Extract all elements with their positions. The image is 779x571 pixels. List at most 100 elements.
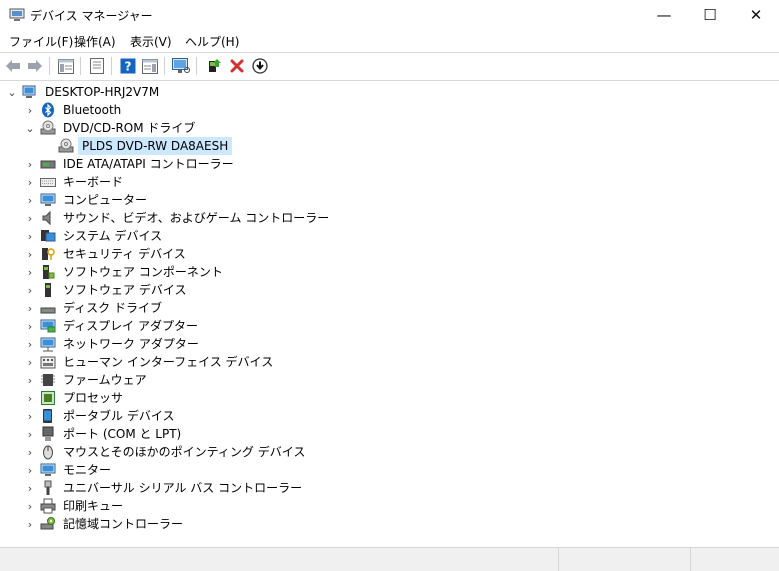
chevron-right-icon[interactable]: ›	[24, 389, 36, 407]
chevron-right-icon[interactable]: ›	[24, 353, 36, 371]
chevron-right-icon[interactable]: ›	[24, 497, 36, 515]
tree-item-keyboard[interactable]: › キーボード	[24, 173, 126, 191]
storage-controller-icon	[40, 516, 56, 532]
properties-console-button[interactable]	[57, 57, 75, 75]
chevron-right-icon[interactable]: ›	[24, 173, 36, 191]
tree-item-software-components[interactable]: › ソフトウェア コンポーネント	[24, 263, 226, 281]
chevron-right-icon[interactable]: ›	[24, 155, 36, 173]
monitor-scan-icon	[172, 58, 190, 73]
tree-item-firmware[interactable]: › ファームウェア	[24, 371, 150, 389]
tree-label: ポート (COM と LPT)	[63, 427, 182, 441]
chevron-right-icon[interactable]: ›	[24, 281, 36, 299]
tree-label: ソフトウェア コンポーネント	[63, 265, 223, 279]
menu-help[interactable]: ヘルプ(H)	[185, 33, 239, 50]
tree-label: ソフトウェア デバイス	[63, 283, 187, 297]
tree-label: ポータブル デバイス	[63, 409, 175, 423]
tree-item-network-adapters[interactable]: › ネットワーク アダプター	[24, 335, 202, 353]
tree-label: サウンド、ビデオ、およびゲーム コントローラー	[63, 211, 330, 225]
tree-item-plds-dvd[interactable]: PLDS DVD-RW DA8AESH	[42, 137, 233, 155]
properties-button[interactable]	[88, 57, 106, 75]
chevron-right-icon[interactable]: ›	[24, 209, 36, 227]
tree-item-mice[interactable]: › マウスとそのほかのポインティング デバイス	[24, 443, 308, 461]
tree-label: セキュリティ デバイス	[63, 247, 186, 261]
tree-label: Bluetooth	[63, 103, 122, 117]
computer-icon	[40, 192, 56, 208]
chevron-right-icon[interactable]: ›	[24, 245, 36, 263]
tree-item-monitors[interactable]: › モニター	[24, 461, 114, 479]
dvd-drive-icon	[58, 138, 74, 154]
tree-item-bluetooth[interactable]: › Bluetooth	[24, 101, 124, 119]
tree-item-computer[interactable]: › コンピューター	[24, 191, 150, 209]
tree-label: 記憶域コントローラー	[63, 517, 184, 531]
tree-root[interactable]: ⌄ DESKTOP-HRJ2V7M	[6, 83, 162, 101]
help-button[interactable]: ?	[119, 57, 137, 75]
tree-item-ide[interactable]: › IDE ATA/ATAPI コントローラー	[24, 155, 237, 173]
dvd-drive-icon	[40, 120, 56, 136]
device-tree[interactable]: ⌄ DESKTOP-HRJ2V7M › Bluetooth ⌄ DVD/CD-R…	[0, 81, 779, 546]
keyboard-icon	[40, 174, 56, 190]
menu-action[interactable]: 操作(A)	[74, 33, 116, 50]
menu-view[interactable]: 表示(V)	[130, 33, 172, 50]
monitor-icon	[40, 462, 56, 478]
tree-item-processors[interactable]: › プロセッサ	[24, 389, 126, 407]
tree-item-dvd-cdrom[interactable]: ⌄ DVD/CD-ROM ドライブ	[24, 119, 198, 137]
tree-label: モニター	[63, 463, 112, 477]
minimize-button[interactable]: —	[641, 0, 687, 30]
action-pane-button[interactable]	[141, 57, 159, 75]
chevron-right-icon[interactable]: ›	[24, 479, 36, 497]
tree-item-print-queues[interactable]: › 印刷キュー	[24, 497, 126, 515]
chevron-right-icon[interactable]: ›	[24, 407, 36, 425]
tree-label: ファームウェア	[63, 373, 147, 387]
firmware-icon	[40, 372, 56, 388]
menu-file[interactable]: ファイル(F)	[9, 33, 73, 50]
chevron-right-icon[interactable]: ›	[24, 515, 36, 533]
tree-label: ディスプレイ アダプター	[63, 319, 198, 333]
tree-item-software-devices[interactable]: › ソフトウェア デバイス	[24, 281, 189, 299]
chevron-right-icon[interactable]: ›	[24, 371, 36, 389]
delete-x-icon	[230, 59, 244, 73]
mouse-icon	[40, 444, 56, 460]
maximize-button[interactable]: ☐	[687, 0, 733, 30]
back-button[interactable]	[4, 57, 22, 75]
tree-label: ユニバーサル シリアル バス コントローラー	[63, 481, 303, 495]
tree-item-ports[interactable]: › ポート (COM と LPT)	[24, 425, 184, 443]
display-adapter-icon	[40, 318, 56, 334]
chevron-right-icon[interactable]: ›	[24, 263, 36, 281]
disable-device-button[interactable]	[251, 57, 269, 75]
chevron-right-icon[interactable]: ›	[24, 443, 36, 461]
uninstall-device-button[interactable]	[228, 57, 246, 75]
software-device-icon	[40, 282, 56, 298]
tree-item-display-adapters[interactable]: › ディスプレイ アダプター	[24, 317, 201, 335]
tree-item-security-devices[interactable]: › セキュリティ デバイス	[24, 245, 189, 263]
tree-item-hid[interactable]: › ヒューマン インターフェイス デバイス	[24, 353, 276, 371]
update-driver-button[interactable]	[205, 57, 223, 75]
close-button[interactable]: ✕	[733, 0, 779, 30]
chevron-down-icon[interactable]: ⌄	[24, 119, 36, 137]
tree-label: IDE ATA/ATAPI コントローラー	[63, 157, 234, 171]
tree-label: マウスとそのほかのポインティング デバイス	[63, 445, 306, 459]
chevron-right-icon[interactable]: ›	[24, 227, 36, 245]
chevron-down-icon[interactable]: ⌄	[6, 83, 18, 101]
tree-item-storage-controllers[interactable]: › 記憶域コントローラー	[24, 515, 186, 533]
tree-item-system-devices[interactable]: › システム デバイス	[24, 227, 165, 245]
chevron-right-icon[interactable]: ›	[24, 299, 36, 317]
chevron-right-icon[interactable]: ›	[24, 317, 36, 335]
tree-item-usb[interactable]: › ユニバーサル シリアル バス コントローラー	[24, 479, 305, 497]
tree-item-sound[interactable]: › サウンド、ビデオ、およびゲーム コントローラー	[24, 209, 332, 227]
chevron-right-icon[interactable]: ›	[24, 101, 36, 119]
forward-button[interactable]	[26, 57, 44, 75]
download-circle-icon	[252, 58, 268, 74]
back-arrow-icon	[6, 60, 20, 72]
chevron-right-icon[interactable]: ›	[24, 425, 36, 443]
action-pane-icon	[142, 58, 158, 74]
security-device-icon	[40, 246, 56, 262]
portable-device-icon	[40, 408, 56, 424]
chevron-right-icon[interactable]: ›	[24, 335, 36, 353]
chevron-right-icon[interactable]: ›	[24, 191, 36, 209]
tree-item-disk-drives[interactable]: › ディスク ドライブ	[24, 299, 165, 317]
chevron-right-icon[interactable]: ›	[24, 461, 36, 479]
tree-item-portable-devices[interactable]: › ポータブル デバイス	[24, 407, 177, 425]
processor-icon	[40, 390, 56, 406]
scan-hardware-button[interactable]	[172, 57, 190, 75]
disk-drive-icon	[40, 300, 56, 316]
